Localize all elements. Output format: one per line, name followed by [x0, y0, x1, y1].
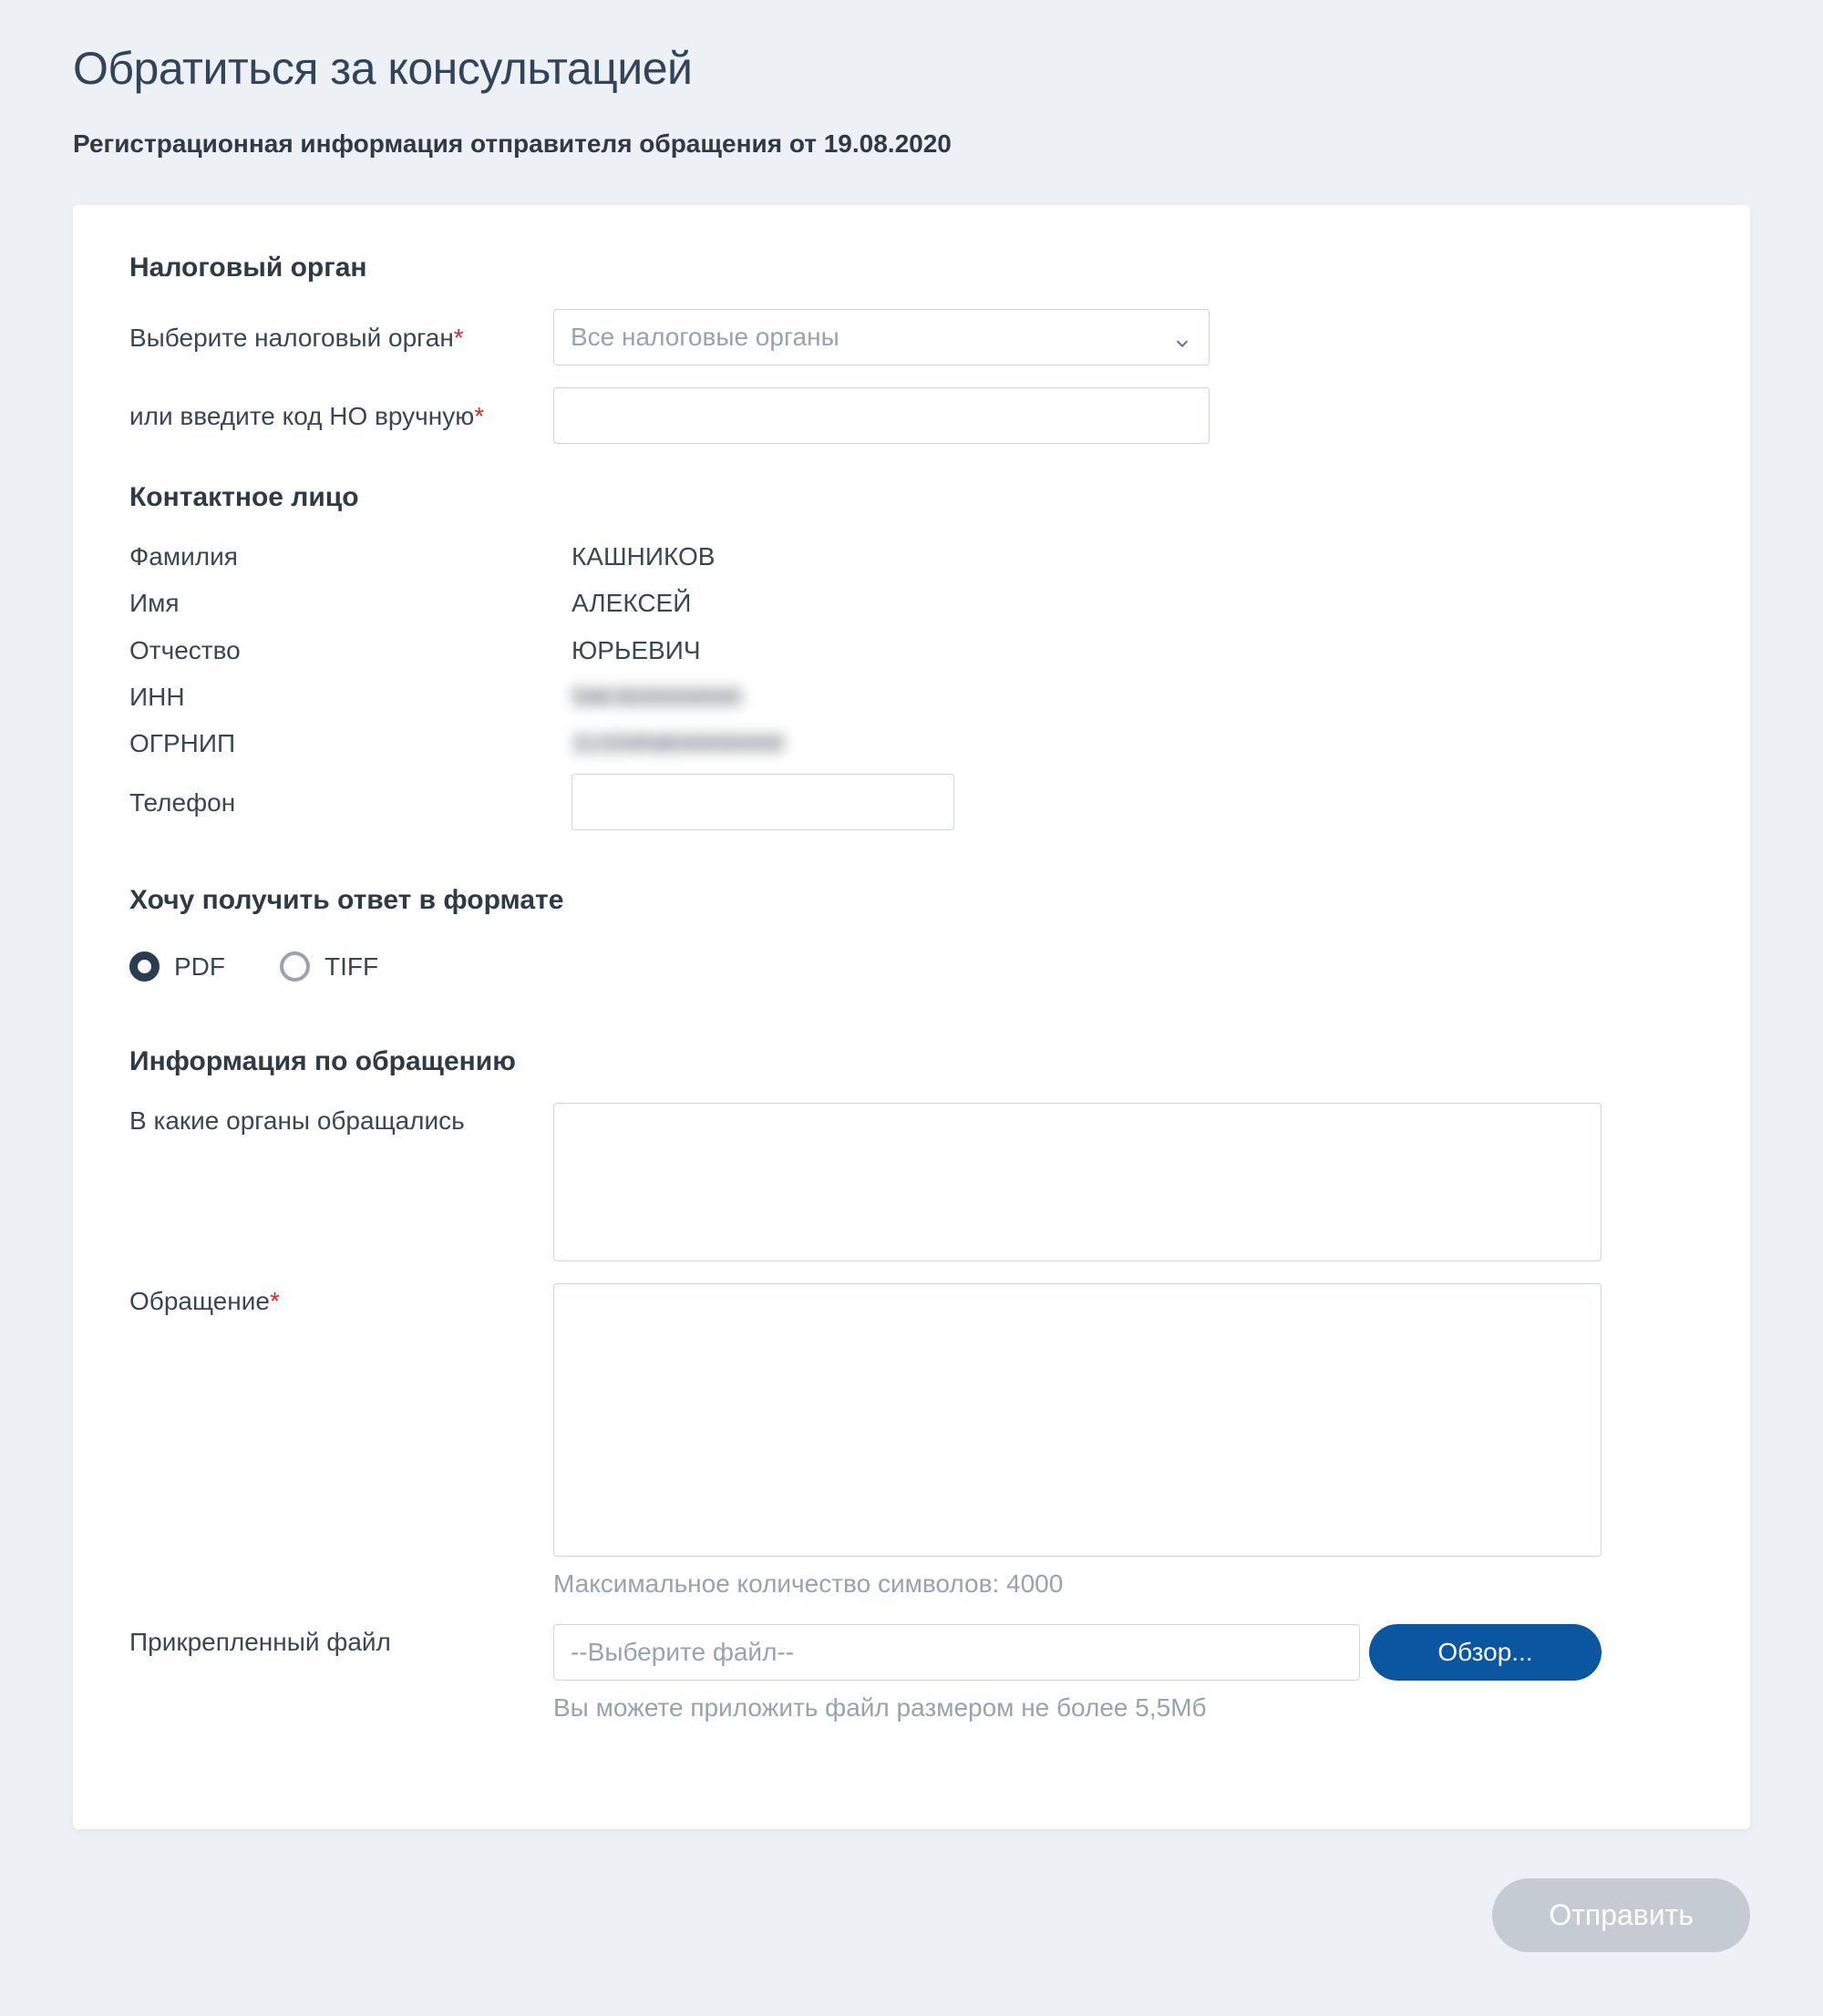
radio-pdf[interactable]: PDF [129, 949, 225, 984]
section-format: Хочу получить ответ в формате [129, 881, 1694, 920]
tax-manual-input[interactable] [553, 387, 1210, 444]
submit-button[interactable]: Отправить [1492, 1878, 1750, 1952]
inn-label: ИНН [129, 679, 572, 715]
tax-authority-select[interactable]: Все налоговые органы [553, 309, 1210, 365]
prev-orgs-label: В какие органы обращались [129, 1103, 553, 1138]
request-body-textarea[interactable] [553, 1283, 1602, 1557]
ogrnip-value: 315595800000000 [572, 725, 1694, 761]
tax-manual-label: или введите код НО вручную* [129, 398, 553, 434]
form-card: Налоговый орган Выберите налоговый орган… [73, 205, 1750, 1829]
file-size-help: Вы можете приложить файл размером не бол… [553, 1690, 1694, 1725]
tax-authority-select-value: Все налоговые органы [571, 323, 839, 351]
radio-pdf-label: PDF [174, 949, 225, 984]
page-title: Обратиться за консультацией [73, 36, 1750, 100]
char-limit-help: Максимальное количество символов: 4000 [553, 1566, 1694, 1601]
file-display[interactable]: --Выберите файл-- [553, 1624, 1360, 1681]
patronymic-label: Отчество [129, 633, 572, 668]
surname-label: Фамилия [129, 539, 572, 574]
phone-input[interactable] [572, 774, 954, 830]
tax-select-label: Выберите налоговый орган* [129, 320, 553, 355]
browse-button[interactable]: Обзор... [1369, 1624, 1602, 1681]
file-label: Прикрепленный файл [129, 1624, 553, 1660]
radio-icon-unselected [280, 951, 310, 982]
surname-value: КАШНИКОВ [572, 539, 1694, 574]
section-tax-authority: Налоговый орган [129, 249, 1694, 287]
section-contact: Контактное лицо [129, 478, 1694, 517]
request-body-label: Обращение* [129, 1283, 553, 1319]
radio-icon-selected [129, 951, 160, 982]
page-subtitle: Регистрационная информация отправителя о… [73, 126, 1750, 161]
firstname-label: Имя [129, 585, 572, 621]
patronymic-value: ЮРЬЕВИЧ [572, 633, 1694, 668]
radio-tiff[interactable]: TIFF [280, 949, 378, 984]
phone-label: Телефон [129, 785, 572, 820]
ogrnip-label: ОГРНИП [129, 725, 572, 761]
radio-tiff-label: TIFF [324, 949, 378, 984]
section-request: Информация по обращению [129, 1043, 1694, 1081]
prev-orgs-textarea[interactable] [553, 1103, 1602, 1261]
inn-value: 590300000000 [572, 679, 1694, 715]
firstname-value: АЛЕКСЕЙ [572, 585, 1694, 621]
chevron-down-icon [1172, 327, 1192, 347]
